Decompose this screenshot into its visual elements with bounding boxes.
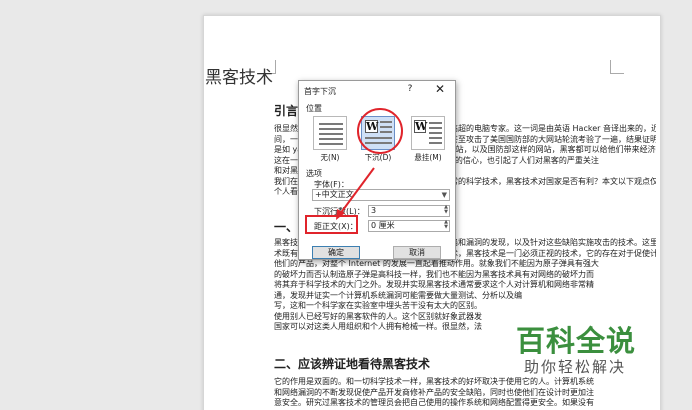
watermark-title: 百科全说: [516, 324, 637, 358]
watermark-subtitle: 助你轻松解决: [524, 358, 627, 376]
